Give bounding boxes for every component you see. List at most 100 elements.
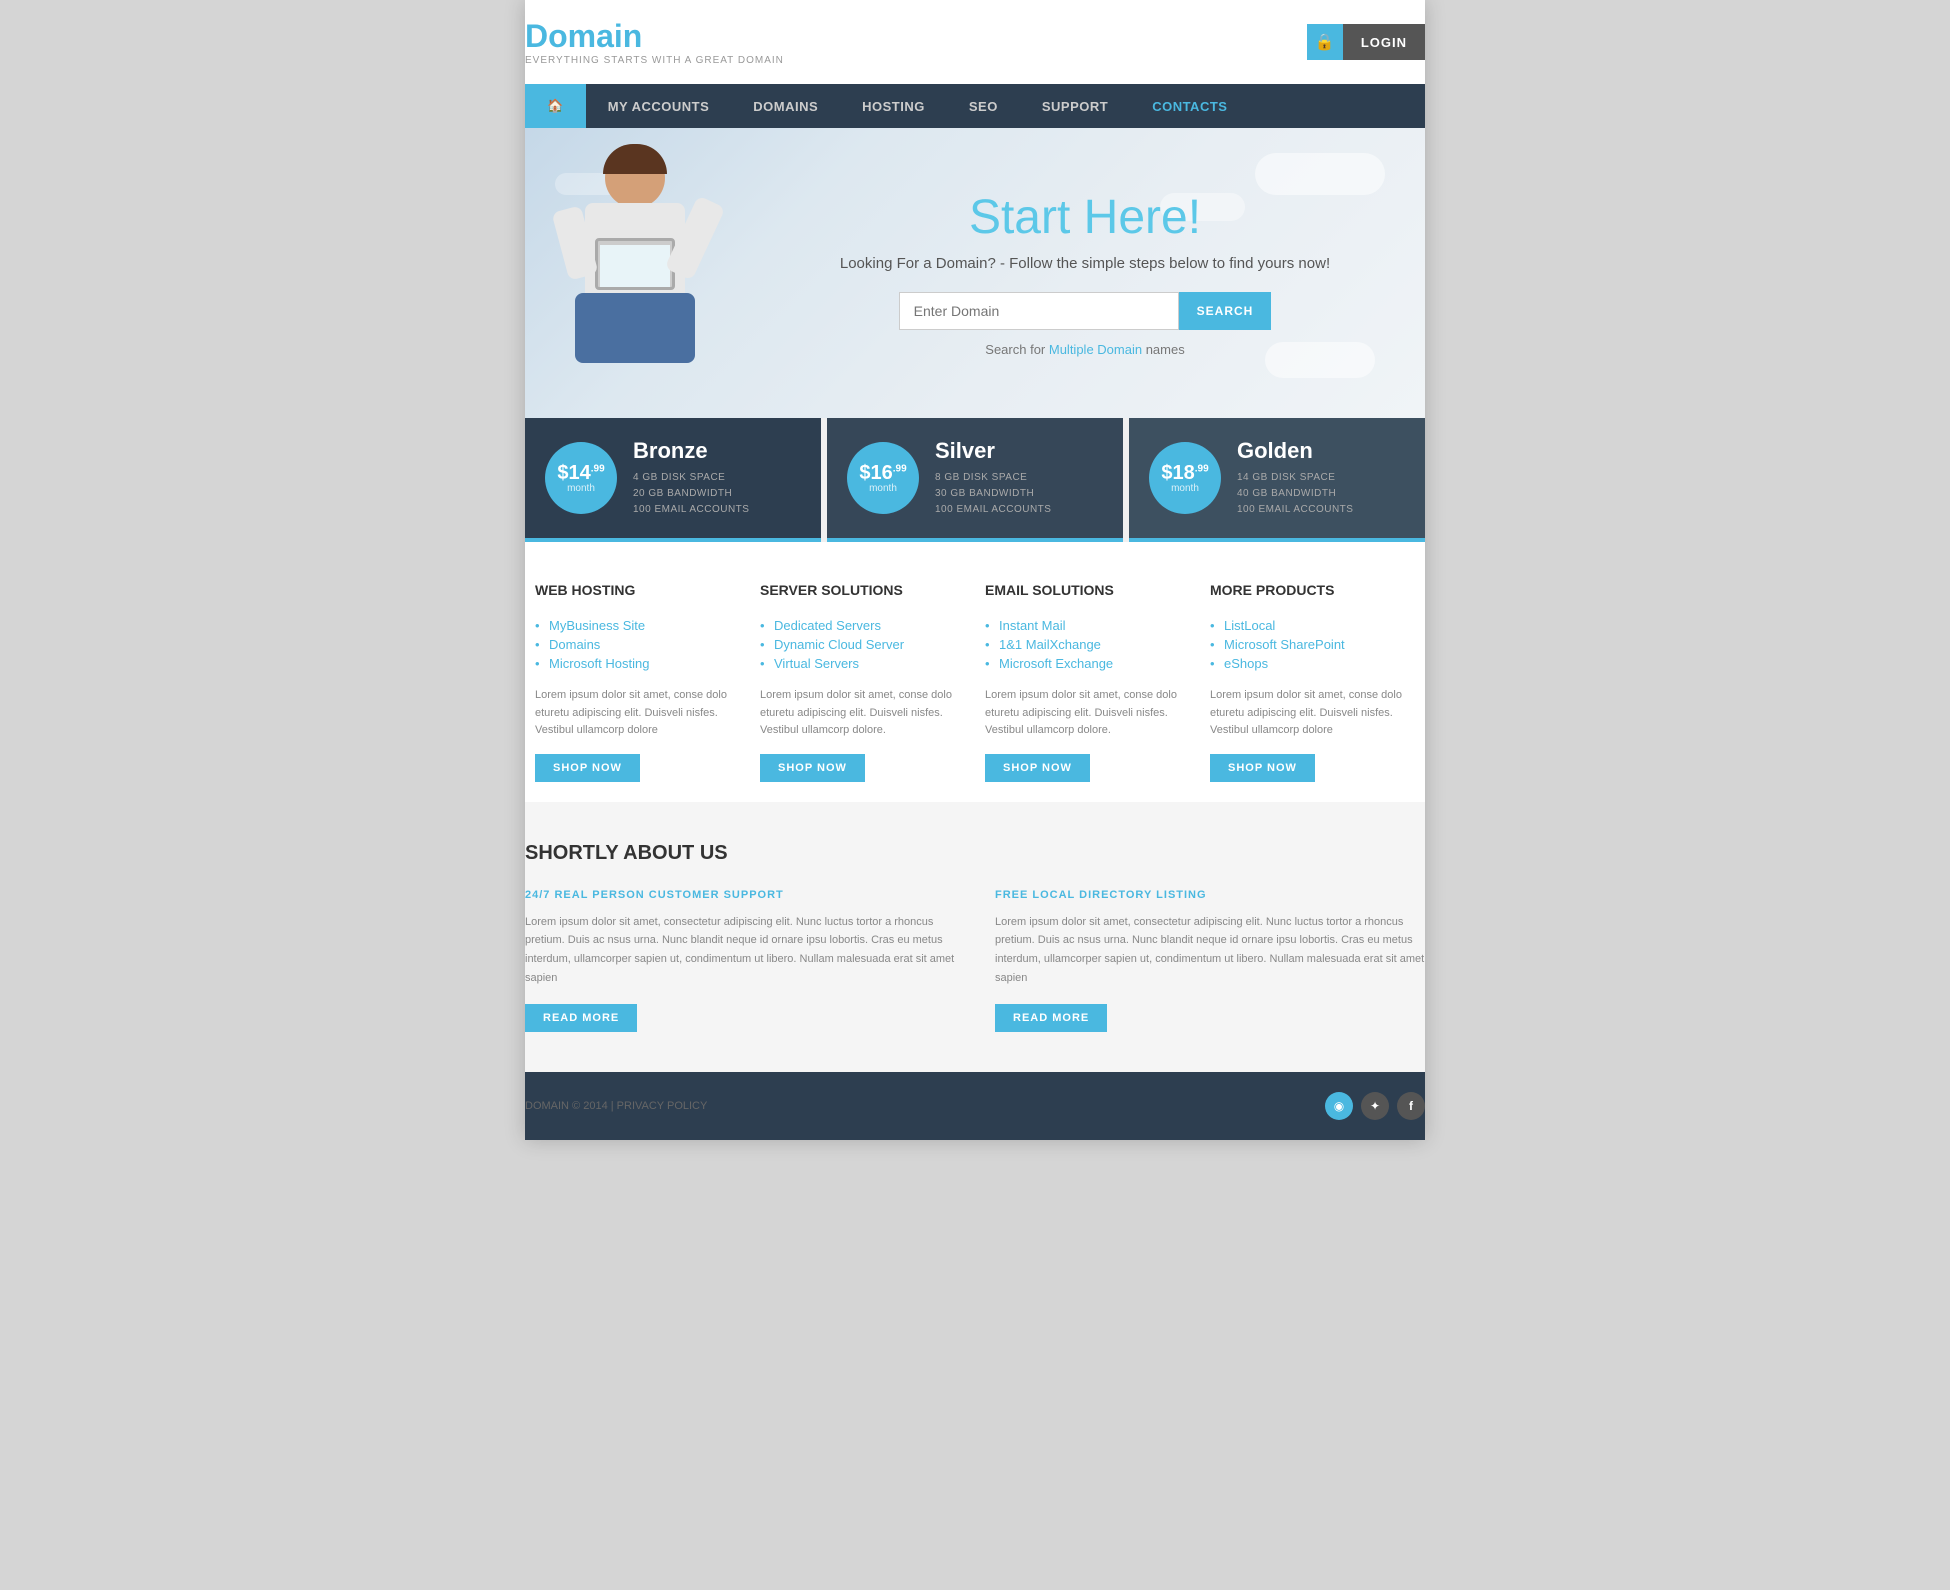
logo[interactable]: Domain [525,18,784,55]
about-support-read-more-btn[interactable]: READ MORE [525,1004,637,1032]
bronze-bar [525,538,821,542]
hero-search: SEARCH [765,292,1405,330]
email-solutions-title: EMAIL SOLUTIONS [985,582,1190,602]
silver-bar [827,538,1123,542]
features-section: WEB HOSTING MyBusiness Site Domains Micr… [525,542,1425,802]
list-item[interactable]: Dynamic Cloud Server [760,635,965,654]
plan-golden: $18.99 month Golden 14 GB DISK SPACE 40 … [1129,418,1425,542]
nav-item-home[interactable]: 🏠 [525,84,586,128]
lock-icon: 🔒 [1307,24,1343,60]
web-hosting-title: WEB HOSTING [535,582,740,602]
login-area: 🔒 LOGIN [1307,24,1425,60]
nav-item-seo[interactable]: SEO [947,85,1020,128]
server-solutions-title: SERVER SOLUTIONS [760,582,965,602]
nav-item-my-accounts[interactable]: MY ACCOUNTS [586,85,732,128]
domain-search-input[interactable] [899,292,1179,330]
hero-person [525,128,745,418]
hero-multiple-text: Search for Multiple Domain names [765,342,1405,357]
email-solutions-shop-btn[interactable]: SHOP NOW [985,754,1090,782]
hero-content: Start Here! Looking For a Domain? - Foll… [745,160,1425,387]
silver-info: Silver 8 GB DISK SPACE 30 GB BANDWIDTH 1… [935,438,1103,518]
web-hosting-list: MyBusiness Site Domains Microsoft Hostin… [535,616,740,673]
golden-bar [1129,538,1425,542]
footer-copyright: DOMAIN © 2014 | PRIVACY POLICY [525,1100,707,1112]
bronze-info: Bronze 4 GB DISK SPACE 20 GB BANDWIDTH 1… [633,438,801,518]
golden-feature-3: 100 EMAIL ACCOUNTS [1237,502,1405,518]
logo-letter: D [525,18,548,54]
golden-feature-1: 14 GB DISK SPACE [1237,470,1405,486]
golden-feature-2: 40 GB BANDWIDTH [1237,486,1405,502]
golden-price-circle: $18.99 month [1149,442,1221,514]
more-products-list: ListLocal Microsoft SharePoint eShops [1210,616,1415,673]
silver-feature-1: 8 GB DISK SPACE [935,470,1103,486]
silver-feature-2: 30 GB BANDWIDTH [935,486,1103,502]
plan-bronze: $14.99 month Bronze 4 GB DISK SPACE 20 G… [525,418,821,542]
bronze-price-circle: $14.99 month [545,442,617,514]
list-item[interactable]: 1&1 MailXchange [985,635,1190,654]
list-item[interactable]: Microsoft Exchange [985,654,1190,673]
pricing-section: $14.99 month Bronze 4 GB DISK SPACE 20 G… [525,418,1425,542]
bronze-price: $14.99 [557,463,604,483]
silver-per: month [869,483,897,494]
about-support-title: 24/7 REAL PERSON CUSTOMER SUPPORT [525,889,955,901]
bronze-feature-1: 4 GB DISK SPACE [633,470,801,486]
golden-name: Golden [1237,438,1405,464]
web-hosting-desc: Lorem ipsum dolor sit amet, conse dolo e… [535,687,740,740]
plan-silver: $16.99 month Silver 8 GB DISK SPACE 30 G… [827,418,1123,542]
golden-info: Golden 14 GB DISK SPACE 40 GB BANDWIDTH … [1237,438,1405,518]
multiple-domain-link[interactable]: Multiple Domain [1049,342,1142,357]
social-icons: ◉ ✦ f [1325,1092,1425,1120]
server-solutions-desc: Lorem ipsum dolor sit amet, conse dolo e… [760,687,965,740]
more-products-title: MORE PRODUCTS [1210,582,1415,602]
feature-col-web-hosting: WEB HOSTING MyBusiness Site Domains Micr… [525,582,750,782]
header: Domain Everything starts with a great do… [525,0,1425,84]
logo-area: Domain Everything starts with a great do… [525,18,784,66]
list-item[interactable]: Virtual Servers [760,654,965,673]
list-item[interactable]: ListLocal [1210,616,1415,635]
bronze-name: Bronze [633,438,801,464]
list-item[interactable]: eShops [1210,654,1415,673]
about-title: SHORTLY ABOUT US [525,842,1425,865]
footer: DOMAIN © 2014 | PRIVACY POLICY ◉ ✦ f [525,1072,1425,1140]
logo-rest: omain [548,18,642,54]
about-col-support: 24/7 REAL PERSON CUSTOMER SUPPORT Lorem … [525,889,955,1032]
feature-col-more-products: MORE PRODUCTS ListLocal Microsoft ShareP… [1200,582,1425,782]
list-item[interactable]: Domains [535,635,740,654]
about-directory-text: Lorem ipsum dolor sit amet, consectetur … [995,913,1425,988]
golden-per: month [1171,483,1199,494]
login-button[interactable]: LOGIN [1343,24,1425,60]
list-item[interactable]: MyBusiness Site [535,616,740,635]
more-products-desc: Lorem ipsum dolor sit amet, conse dolo e… [1210,687,1415,740]
hero-title: Start Here! [765,190,1405,245]
server-solutions-list: Dedicated Servers Dynamic Cloud Server V… [760,616,965,673]
nav-item-domains[interactable]: DOMAINS [731,85,840,128]
facebook-icon[interactable]: f [1397,1092,1425,1120]
email-solutions-desc: Lorem ipsum dolor sit amet, conse dolo e… [985,687,1190,740]
about-support-text: Lorem ipsum dolor sit amet, consectetur … [525,913,955,988]
about-col-directory: FREE LOCAL DIRECTORY LISTING Lorem ipsum… [995,889,1425,1032]
main-nav: 🏠 MY ACCOUNTS DOMAINS HOSTING SEO SUPPOR… [525,84,1425,128]
golden-price: $18.99 [1161,463,1208,483]
nav-item-contacts[interactable]: CONTACTS [1130,85,1249,128]
list-item[interactable]: Instant Mail [985,616,1190,635]
hero-subtitle: Looking For a Domain? - Follow the simpl… [765,255,1405,272]
silver-name: Silver [935,438,1103,464]
list-item[interactable]: Microsoft SharePoint [1210,635,1415,654]
email-solutions-list: Instant Mail 1&1 MailXchange Microsoft E… [985,616,1190,673]
feature-col-email-solutions: EMAIL SOLUTIONS Instant Mail 1&1 MailXch… [975,582,1200,782]
silver-price-circle: $16.99 month [847,442,919,514]
logo-tagline: Everything starts with a great domain [525,55,784,66]
rss-icon[interactable]: ◉ [1325,1092,1353,1120]
twitter-icon[interactable]: ✦ [1361,1092,1389,1120]
bronze-per: month [567,483,595,494]
nav-item-hosting[interactable]: HOSTING [840,85,947,128]
nav-item-support[interactable]: SUPPORT [1020,85,1130,128]
list-item[interactable]: Microsoft Hosting [535,654,740,673]
web-hosting-shop-btn[interactable]: SHOP NOW [535,754,640,782]
about-directory-read-more-btn[interactable]: READ MORE [995,1004,1107,1032]
feature-col-server-solutions: SERVER SOLUTIONS Dedicated Servers Dynam… [750,582,975,782]
server-solutions-shop-btn[interactable]: SHOP NOW [760,754,865,782]
list-item[interactable]: Dedicated Servers [760,616,965,635]
more-products-shop-btn[interactable]: SHOP NOW [1210,754,1315,782]
search-button[interactable]: SEARCH [1179,292,1272,330]
